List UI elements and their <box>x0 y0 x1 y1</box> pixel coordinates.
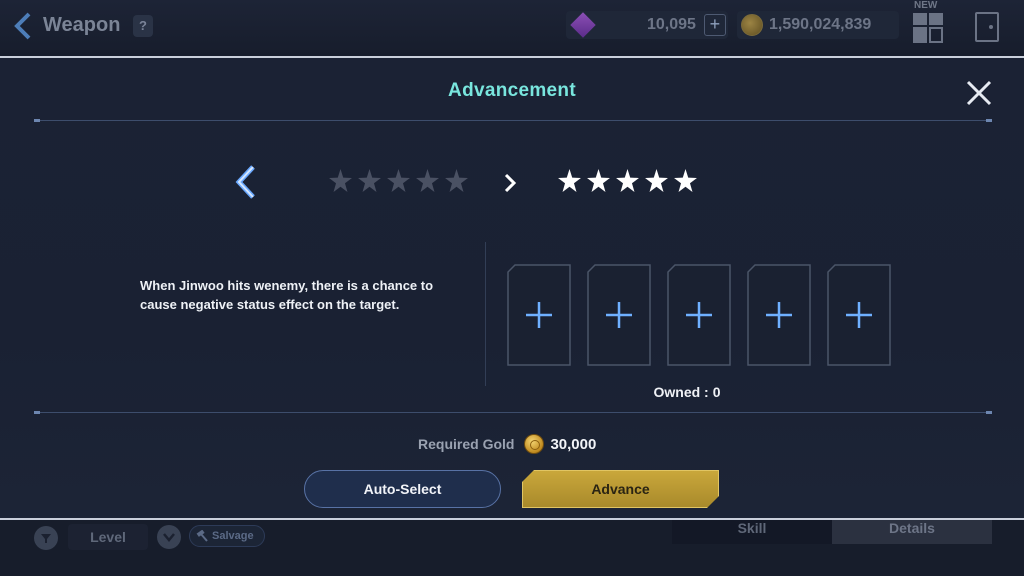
material-slot[interactable] <box>747 264 811 366</box>
owned-count: Owned :0 <box>600 384 774 400</box>
section-divider <box>485 242 486 386</box>
back-button[interactable] <box>10 10 36 42</box>
help-button[interactable]: ? <box>133 15 153 37</box>
level-sort-dropdown[interactable]: Level <box>68 524 148 550</box>
auto-select-button[interactable]: Auto-Select <box>304 470 501 508</box>
star-empty-icon <box>445 169 468 192</box>
star-empty-icon <box>416 169 439 192</box>
gold-amount: 1,590,024,839 <box>769 16 872 33</box>
sort-toggle-icon[interactable] <box>157 525 181 549</box>
star-empty-icon <box>387 169 410 192</box>
footer-divider <box>34 411 992 414</box>
star-filled-icon <box>616 169 639 192</box>
star-filled-icon <box>674 169 697 192</box>
star-filled-icon <box>645 169 668 192</box>
material-slot[interactable] <box>587 264 651 366</box>
star-filled-icon <box>558 169 581 192</box>
required-gold-value: 30,000 <box>550 435 597 453</box>
required-gold: Required Gold 30,000 <box>418 432 596 456</box>
next-star-rating <box>557 168 698 193</box>
header-divider <box>34 119 992 122</box>
close-button[interactable] <box>962 76 996 110</box>
star-empty-icon <box>329 169 352 192</box>
owned-label: Owned : <box>653 384 709 400</box>
close-icon <box>966 80 992 106</box>
menu-grid-icon[interactable] <box>913 13 943 43</box>
dialog-title: Advancement <box>448 80 576 101</box>
hammer-icon <box>196 530 208 542</box>
screen-title: Weapon <box>43 14 121 36</box>
star-empty-icon <box>358 169 381 192</box>
gem-icon <box>570 12 596 38</box>
previous-tier-button[interactable] <box>233 164 263 200</box>
gem-amount: 10,095 <box>647 16 696 33</box>
gold-coin-icon <box>524 434 545 454</box>
star-filled-icon <box>587 169 610 192</box>
filter-icon[interactable] <box>34 526 58 550</box>
material-slot[interactable] <box>507 264 571 366</box>
tab-details[interactable]: Details <box>832 520 992 544</box>
funnel-icon <box>41 534 51 543</box>
material-slot[interactable] <box>827 264 891 366</box>
required-gold-label: Required Gold <box>418 436 515 452</box>
current-star-rating <box>328 168 469 193</box>
chevron-left-icon <box>235 165 255 199</box>
chevron-left-icon <box>14 12 31 40</box>
advance-button[interactable]: Advance <box>522 470 719 508</box>
gold-coin-icon <box>741 14 763 36</box>
new-badge: NEW <box>914 0 938 11</box>
gem-currency: 10,095 + <box>566 11 728 39</box>
owned-value: 0 <box>712 384 721 400</box>
material-slot[interactable] <box>667 264 731 366</box>
advancement-dialog: Advancement When Jinwoo hits wenemy, the… <box>0 56 1024 520</box>
exit-door-icon[interactable] <box>975 12 999 42</box>
tab-skill[interactable]: Skill <box>672 520 832 544</box>
effect-description: When Jinwoo hits wenemy, there is a chan… <box>140 278 434 312</box>
add-gems-button[interactable]: + <box>703 14 726 36</box>
chevron-right-icon <box>503 172 517 194</box>
chevron-down-icon <box>163 533 175 542</box>
gold-currency: 1,590,024,839 <box>737 11 899 39</box>
